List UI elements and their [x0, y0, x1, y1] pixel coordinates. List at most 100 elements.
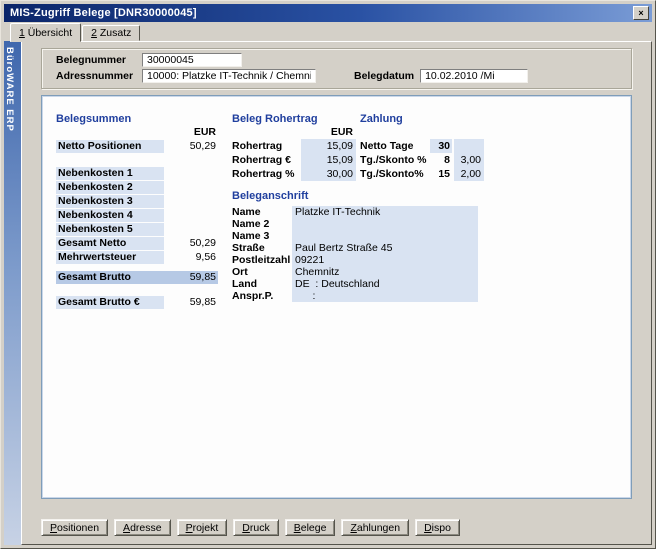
- belegnummer-input[interactable]: [142, 53, 242, 67]
- summary-row-label: Gesamt Netto: [56, 237, 164, 250]
- spacer: [360, 126, 486, 139]
- zahlung-pct-value: 2,00: [454, 167, 484, 181]
- zahlung-row-label: Tg./Skonto%: [360, 167, 430, 181]
- address-row: Postleitzahl 09221: [232, 254, 478, 266]
- summary-row-value: 9,56: [164, 251, 218, 264]
- summary-row-value: [164, 195, 218, 208]
- rohertrag-row: Rohertrag 15,09: [232, 139, 356, 153]
- rohertrag-row-value: 15,09: [301, 139, 356, 153]
- section-title: Beleganschrift: [232, 190, 478, 203]
- close-button[interactable]: ×: [633, 6, 649, 20]
- summary-row: Nebenkosten 2: [56, 181, 218, 194]
- adressnummer-input[interactable]: [142, 69, 316, 83]
- belege-button[interactable]: Belege: [285, 519, 336, 536]
- address-row-label: Ort: [232, 266, 292, 278]
- summary-row-label: Nebenkosten 4: [56, 209, 164, 222]
- dispo-button[interactable]: Dispo: [415, 519, 460, 536]
- positionen-button[interactable]: Positionen: [41, 519, 108, 536]
- zahlung-days-value: 15: [430, 167, 452, 181]
- summary-row-value: 50,29: [164, 237, 218, 250]
- belegdatum-label: Belegdatum: [354, 70, 414, 82]
- section-zahlung: Zahlung Netto Tage 30 Tg./Skonto % 8 3,0…: [360, 113, 486, 181]
- address-row-value: [292, 230, 478, 242]
- summary-row: Netto Positionen 50,29: [56, 140, 218, 153]
- zahlung-row: Tg./Skonto % 8 3,00: [360, 153, 486, 167]
- section-title: Beleg Rohertrag: [232, 113, 356, 126]
- summary-row: Nebenkosten 3: [56, 195, 218, 208]
- section-title: Zahlung: [360, 113, 486, 126]
- rohertrag-row: Rohertrag € 15,09: [232, 153, 356, 167]
- summary-row: Nebenkosten 4: [56, 209, 218, 222]
- adressnummer-label: Adressnummer: [56, 70, 142, 82]
- summary-row: Gesamt Brutto € 59,85: [56, 296, 218, 309]
- zahlungen-button[interactable]: Zahlungen: [341, 519, 409, 536]
- brand-sidebar: BüroWARE ERP: [4, 41, 21, 545]
- summary-row-label: Nebenkosten 1: [56, 167, 164, 180]
- summary-row-label: Nebenkosten 3: [56, 195, 164, 208]
- tab-zusatz[interactable]: 2 Zusatz: [82, 25, 140, 41]
- address-row: Anspr.P. :: [232, 290, 478, 302]
- address-row: Straße Paul Bertz Straße 45: [232, 242, 478, 254]
- belegdatum-input[interactable]: [420, 69, 528, 83]
- address-row: Land DE : Deutschland: [232, 278, 478, 290]
- summary-row: Nebenkosten 5: [56, 223, 218, 236]
- zahlung-pct-value: 3,00: [454, 153, 484, 167]
- summary-row: Gesamt Netto 50,29: [56, 237, 218, 250]
- zahlung-pct-value: [454, 139, 484, 153]
- address-row: Name Platzke IT-Technik: [232, 206, 478, 218]
- summary-row-value: 59,85: [164, 271, 218, 284]
- rohertrag-row-label: Rohertrag €: [232, 153, 301, 167]
- druck-button[interactable]: Druck: [233, 519, 278, 536]
- content-row: BüroWARE ERP Belegnummer Adressnummer Be…: [4, 41, 652, 545]
- address-row-label: Straße: [232, 242, 292, 254]
- address-row-label: Land: [232, 278, 292, 290]
- address-row-label: Name: [232, 206, 292, 218]
- summary-row-value: [164, 223, 218, 236]
- app-window: MIS-Zugriff Belege [DNR30000045] × 1 Übe…: [0, 0, 656, 549]
- zahlung-row: Tg./Skonto% 15 2,00: [360, 167, 486, 181]
- overview-panel: Belegsummen EUR Netto Positionen 50,29 N…: [41, 95, 632, 499]
- address-row-value: Paul Bertz Straße 45: [292, 242, 478, 254]
- currency-header: EUR: [232, 126, 356, 139]
- tab-strip: 1 Übersicht 2 Zusatz: [4, 22, 652, 41]
- summary-row-total: Gesamt Brutto 59,85: [56, 271, 218, 284]
- address-row-label: Anspr.P.: [232, 290, 292, 302]
- tab-uebersicht[interactable]: 1 Übersicht: [10, 23, 81, 42]
- address-row-value: Chemnitz: [292, 266, 478, 278]
- zahlung-days-value: 30: [430, 139, 452, 153]
- address-row: Name 3: [232, 230, 478, 242]
- address-row-label: Postleitzahl: [232, 254, 292, 266]
- summary-row-value: [164, 181, 218, 194]
- summary-row-label: Netto Positionen: [56, 140, 164, 153]
- summary-row-label: Nebenkosten 5: [56, 223, 164, 236]
- section-title: Belegsummen: [56, 113, 218, 126]
- summary-row-label: Gesamt Brutto: [56, 271, 164, 284]
- close-icon: ×: [638, 8, 643, 18]
- rohertrag-row-value: 30,00: [301, 167, 356, 181]
- address-row-value: Platzke IT-Technik: [292, 206, 478, 218]
- summary-row: Mehrwertsteuer 9,56: [56, 251, 218, 264]
- belegnummer-field-wrap: [142, 53, 322, 67]
- zahlung-row-label: Netto Tage: [360, 139, 430, 153]
- rohertrag-row-label: Rohertrag: [232, 139, 301, 153]
- document-header-group: Belegnummer Adressnummer Belegdatum: [41, 48, 632, 89]
- summary-row-label: Mehrwertsteuer: [56, 251, 164, 264]
- rohertrag-row-label: Rohertrag %: [232, 167, 301, 181]
- address-row-label: Name 2: [232, 218, 292, 230]
- adresse-button[interactable]: Adresse: [114, 519, 171, 536]
- summary-row-label: Nebenkosten 2: [56, 181, 164, 194]
- brand-vertical-text: BüroWARE ERP: [4, 41, 17, 132]
- projekt-button[interactable]: Projekt: [177, 519, 228, 536]
- summary-row-value: [164, 167, 218, 180]
- summary-row: Nebenkosten 1: [56, 167, 218, 180]
- address-row-value: 09221: [292, 254, 478, 266]
- window-title: MIS-Zugriff Belege [DNR30000045]: [10, 7, 633, 19]
- zahlung-row: Netto Tage 30: [360, 139, 486, 153]
- summary-row-value: 50,29: [164, 140, 218, 153]
- titlebar: MIS-Zugriff Belege [DNR30000045] ×: [4, 4, 652, 22]
- address-row: Name 2: [232, 218, 478, 230]
- section-beleganschrift: Beleganschrift Name Platzke IT-Technik N…: [232, 190, 478, 302]
- summary-row-label: Gesamt Brutto €: [56, 296, 164, 309]
- address-row: Ort Chemnitz: [232, 266, 478, 278]
- summary-row-value: [164, 209, 218, 222]
